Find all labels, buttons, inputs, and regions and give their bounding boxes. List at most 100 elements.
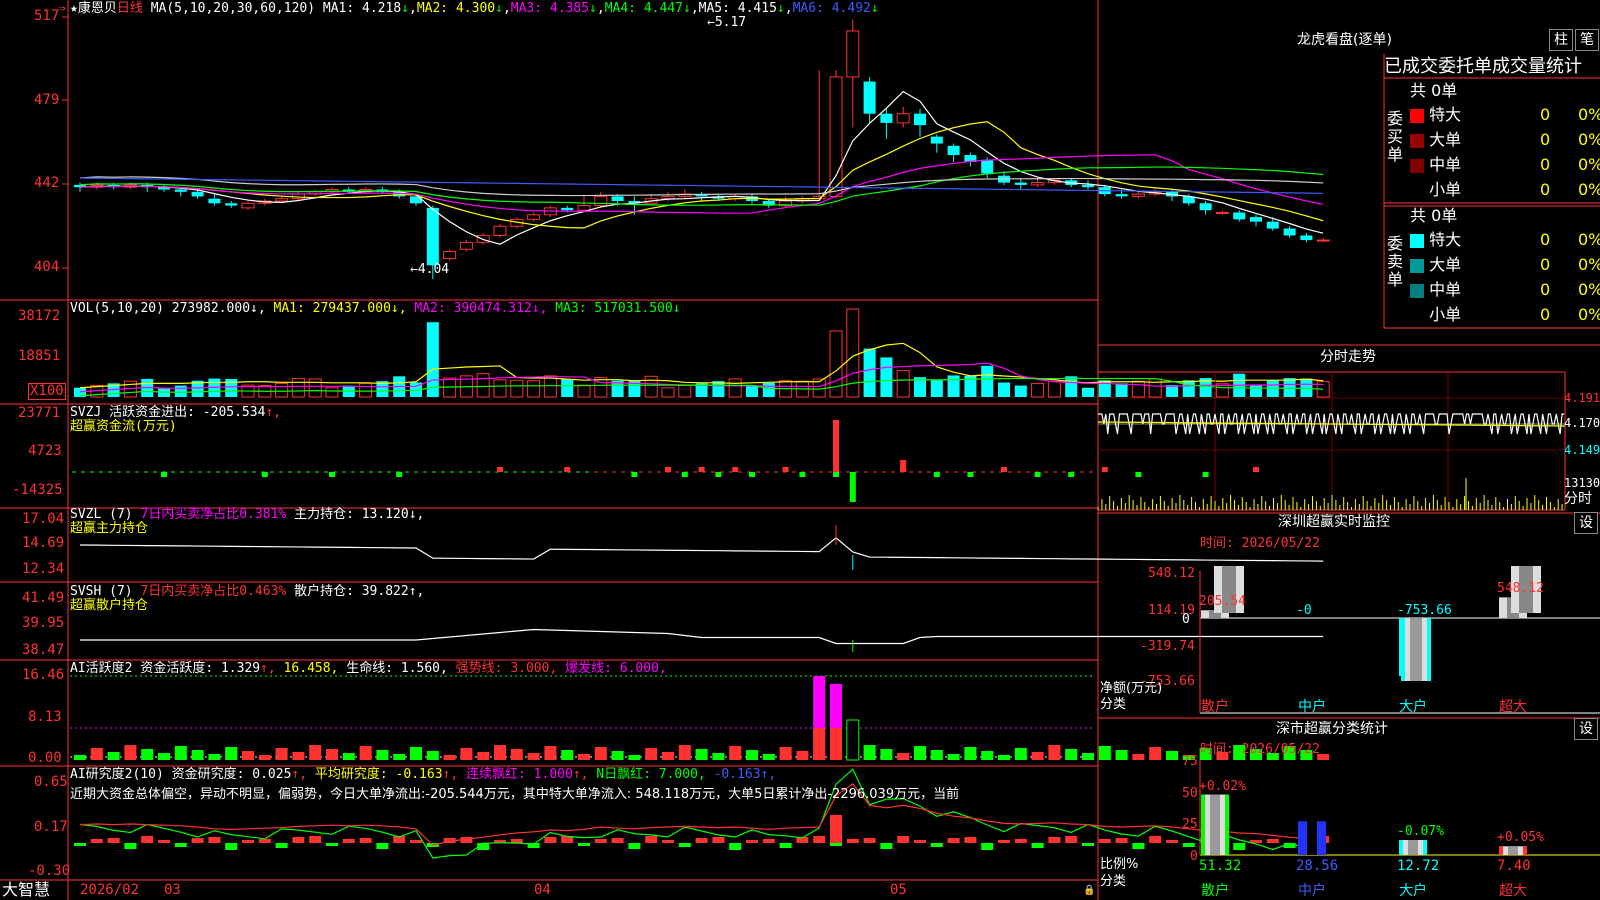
date-label: 2026/02 — [80, 882, 140, 898]
classify-value: 12.72 — [1397, 858, 1440, 874]
y-tick: 442 — [34, 175, 60, 191]
flow-bar — [396, 472, 403, 477]
y-tick: 0.17 — [34, 819, 68, 835]
flow-bar — [749, 472, 755, 477]
research-bar — [410, 840, 422, 843]
classify-settings-button[interactable]: 设 — [1574, 718, 1598, 740]
candle-up — [577, 205, 591, 211]
classify-y-tick: 75 — [1182, 754, 1198, 769]
classify-category: 大户 — [1399, 883, 1427, 899]
flow-bar — [1034, 472, 1041, 477]
active-bar — [947, 754, 960, 760]
buy_side-row: 大单 0 0% — [1410, 131, 1600, 149]
candle-down — [174, 189, 187, 192]
ai-active-value: 资金活跃度: 1.329 — [140, 661, 261, 676]
ma5-arrow-icon: ↓ — [776, 1, 785, 16]
research-bar — [90, 839, 103, 843]
y-tick: -0.30 — [28, 863, 71, 879]
row-name: 中单 — [1429, 155, 1462, 174]
candle-up — [527, 214, 541, 220]
research-bar — [863, 838, 876, 843]
research-bar — [326, 843, 338, 846]
chart-canvas — [0, 0, 1600, 900]
active-bar — [796, 751, 809, 760]
research-bar — [1098, 839, 1111, 843]
candle-down — [611, 196, 624, 201]
svsh-subtitle: 超赢散户持仓 — [70, 598, 149, 613]
strong-line: 强势线: 3.000, — [455, 661, 558, 676]
intraday-vol-label: 13130 — [1564, 476, 1600, 490]
vol-bar — [359, 382, 373, 398]
continuous-red: 连续飘红: 1.000 — [466, 767, 573, 782]
ma3-label: MA3: — [510, 1, 543, 16]
monitor-category: 中户 — [1298, 699, 1326, 715]
research-bar — [208, 837, 221, 843]
research-bar — [830, 843, 842, 846]
research-bar — [662, 840, 674, 843]
research-bar — [981, 843, 994, 850]
research-bar — [242, 840, 254, 843]
row-pct: 0% — [1578, 255, 1600, 274]
lock-icon[interactable]: 🔒 — [1083, 883, 1095, 898]
research-bar — [914, 840, 926, 843]
y-tick: 23771 — [18, 405, 61, 421]
ma5-value: 4.415 — [737, 1, 777, 16]
classify-value: 51.32 — [1199, 858, 1242, 874]
y-tick: 404 — [34, 259, 60, 275]
classify-bar-edge — [1201, 794, 1205, 855]
svzl-header: SVZL (7) 7日内买卖净占比0.381% 主力持仓: 13.120↓, — [70, 507, 424, 522]
color-swatch — [1410, 233, 1424, 248]
research-big — [830, 815, 842, 843]
low-value: 4.04 — [417, 262, 450, 277]
stroke-view-button[interactable]: 笔 — [1575, 29, 1599, 51]
active-bar — [1014, 748, 1027, 760]
research-bar — [174, 843, 187, 847]
row-name: 中单 — [1429, 280, 1462, 299]
svzl-subtitle: 超赢主力持仓 — [70, 521, 149, 536]
candle-down — [981, 159, 994, 174]
vol-bar — [1031, 382, 1045, 398]
svzl-hold: 主力持仓: 13.120↓, — [294, 507, 425, 522]
vol-bar — [947, 375, 960, 397]
vol-bar — [880, 357, 893, 397]
stock-name[interactable]: 康恩贝 — [78, 1, 117, 16]
monitor-y-tick: 0 — [1182, 612, 1190, 627]
svzj-header: SVZJ 活跃资金进出: -205.534↑, — [70, 405, 281, 420]
research-bar — [225, 843, 238, 850]
ai-research-header: AI研究度2(10) 资金研究度: 0.025↑, 平均研究度: -0.163↑… — [70, 767, 776, 782]
active-bar — [275, 748, 288, 760]
menu-arrow-icon[interactable]: ⇒ — [58, 1, 66, 16]
monitor-settings-button[interactable]: 设 — [1574, 512, 1598, 534]
vol-bar — [1115, 383, 1128, 397]
bar-view-button[interactable]: 柱 — [1549, 29, 1573, 51]
star-icon: ★ — [70, 1, 78, 16]
ma4-label: MA4: — [604, 1, 637, 16]
active-bar — [107, 752, 120, 760]
flow-bar — [1001, 467, 1007, 472]
active-bar — [729, 746, 742, 760]
date-label: 05 — [890, 882, 907, 898]
research-bar — [191, 838, 204, 843]
flow-bar — [799, 472, 806, 477]
period-label[interactable]: 日线 — [117, 1, 143, 16]
vol-unit-button[interactable]: X100 — [28, 383, 66, 400]
intraday-vol-unit: 分时 — [1564, 491, 1592, 507]
row-pct: 0% — [1578, 230, 1600, 249]
monitor-bar-label: 205.54 — [1199, 594, 1246, 610]
y-tick: 4723 — [28, 443, 62, 459]
ai-research-label: AI研究度2(10) — [70, 767, 164, 782]
research-bar — [258, 839, 271, 843]
ma5-label: MA5: — [698, 1, 730, 16]
row-name: 特大 — [1429, 105, 1462, 124]
active-bar — [376, 750, 389, 760]
row-name: 特大 — [1429, 230, 1462, 249]
flow-bar — [782, 467, 789, 472]
row-count: 0 — [1540, 255, 1551, 274]
vol-bar — [981, 365, 994, 397]
active-bar — [662, 752, 674, 760]
research-bar — [1014, 839, 1027, 843]
sell_side-row: 特大 0 0% — [1410, 231, 1600, 249]
active-bar — [1082, 753, 1094, 760]
y-tick: 17.04 — [22, 511, 65, 527]
research-bar — [880, 843, 893, 849]
